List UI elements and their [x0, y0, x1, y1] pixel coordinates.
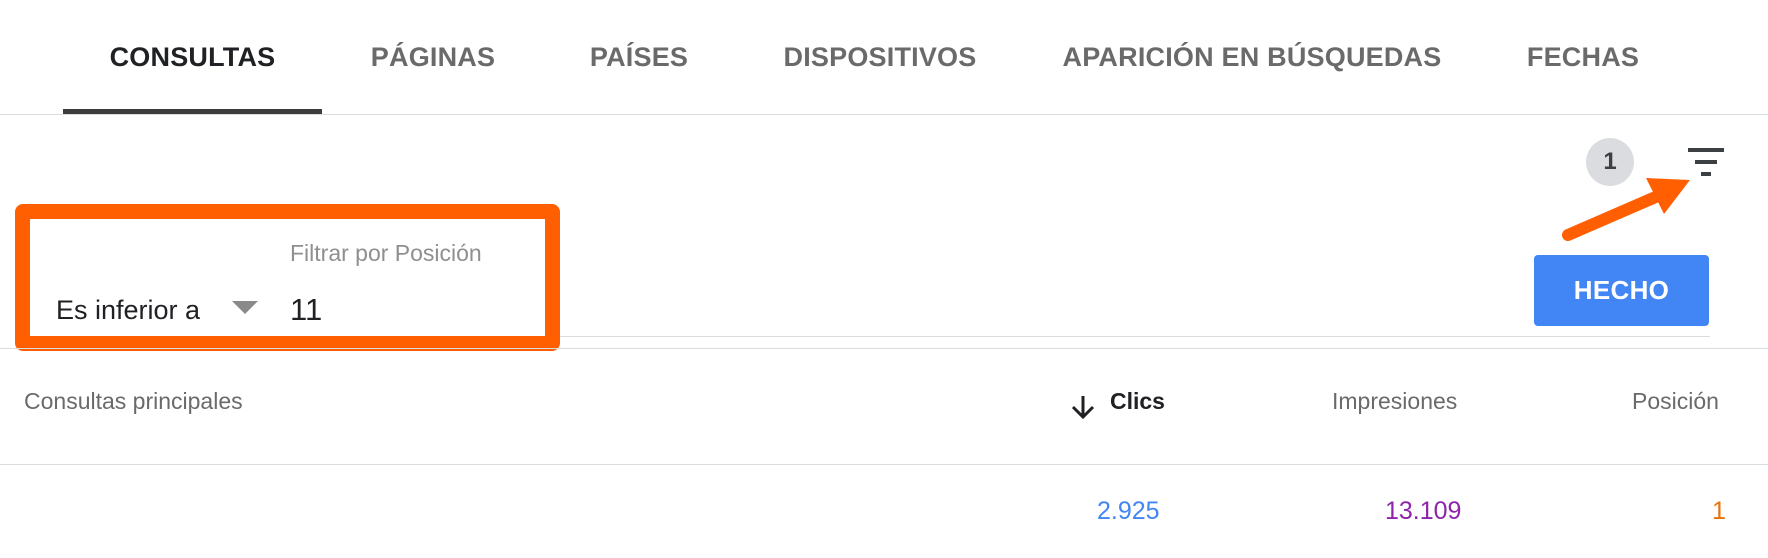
done-button[interactable]: HECHO — [1534, 255, 1709, 326]
tab-paginas[interactable]: PÁGINAS — [322, 0, 544, 114]
tab-dispositivos[interactable]: DISPOSITIVOS — [734, 0, 1026, 114]
impressions-cell: 13.109 — [1385, 497, 1462, 525]
annotation-arrow-icon — [1562, 178, 1690, 241]
column-header-position[interactable]: Posición — [1632, 388, 1719, 415]
active-tab-indicator — [63, 109, 322, 114]
sort-descending-icon[interactable] — [1069, 393, 1097, 421]
column-header-impressions[interactable]: Impresiones — [1332, 388, 1457, 415]
table-top-divider — [0, 348, 1768, 349]
column-header-clicks[interactable]: Clics — [1110, 388, 1165, 415]
table-header-divider — [0, 464, 1768, 465]
position-cell: 1 — [1712, 497, 1726, 525]
column-header-queries[interactable]: Consultas principales — [24, 388, 243, 415]
tab-aparicion-en-busquedas[interactable]: APARICIÓN EN BÚSQUEDAS — [1026, 0, 1478, 114]
annotation-highlight-box — [15, 204, 560, 351]
clicks-cell: 2.925 — [1097, 497, 1160, 525]
dimension-tabs: CONSULTAS PÁGINAS PAÍSES DISPOSITIVOS AP… — [0, 0, 1768, 115]
search-console-performance-panel: CONSULTAS PÁGINAS PAÍSES DISPOSITIVOS AP… — [0, 0, 1768, 558]
tab-consultas[interactable]: CONSULTAS — [63, 0, 322, 114]
tab-paises[interactable]: PAÍSES — [544, 0, 734, 114]
tab-fechas[interactable]: FECHAS — [1478, 0, 1688, 114]
